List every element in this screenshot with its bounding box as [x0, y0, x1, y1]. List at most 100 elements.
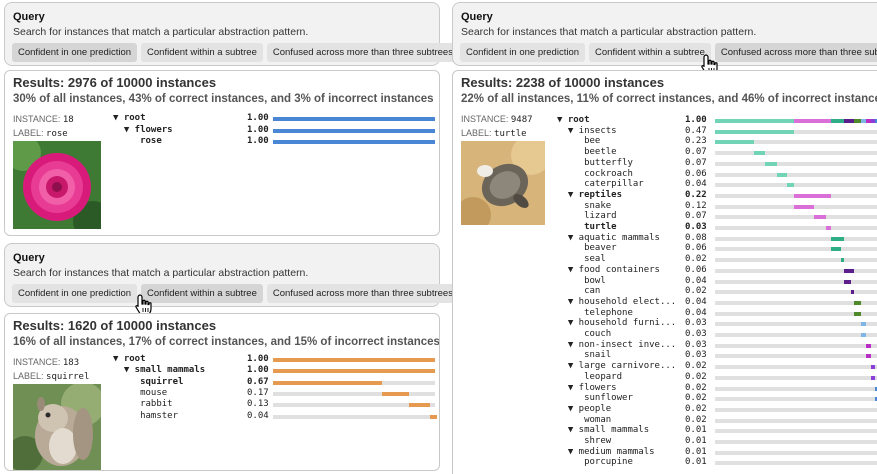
- tree-value: 0.01: [685, 425, 707, 436]
- probability-bar: [273, 403, 435, 408]
- confident-within-subtree-button[interactable]: Confident within a subtree: [141, 284, 263, 303]
- tree-row[interactable]: ▼ small mammals 0.01: [557, 425, 877, 436]
- tree-label: ▼ aquatic mammals: [557, 232, 660, 243]
- bar-fill: [841, 258, 845, 263]
- tree-value: 0.02: [685, 393, 707, 404]
- tree-label: couch: [557, 329, 612, 339]
- probability-bar: [715, 322, 877, 327]
- probability-bar: [715, 226, 877, 230]
- results-title: Results: 1620 of 10000 instances: [13, 318, 217, 333]
- probability-bar: [273, 140, 435, 144]
- tree-row[interactable]: ▼ household elect... 0.04: [557, 297, 877, 308]
- tree-row[interactable]: ▼ root 1.00: [113, 113, 439, 124]
- tree-row[interactable]: shrew 0.01: [557, 436, 877, 447]
- confident-within-subtree-button[interactable]: Confident within a subtree: [589, 43, 711, 62]
- probability-bar: [715, 300, 877, 305]
- tree-row[interactable]: squirrel 0.67: [113, 377, 439, 388]
- tree-label: turtle: [557, 222, 617, 232]
- bar-fill: [409, 403, 431, 408]
- probability-bar: [715, 247, 877, 252]
- tree-label: ▼ small mammals: [557, 425, 650, 436]
- tree-row[interactable]: telephone 0.04: [557, 308, 877, 319]
- query-title: Query: [13, 11, 45, 23]
- tree-row[interactable]: can 0.02: [557, 286, 877, 297]
- confident-within-subtree-button[interactable]: Confident within a subtree: [141, 43, 263, 62]
- tree-row[interactable]: ▼ food containers 0.06: [557, 265, 877, 276]
- label-info: LABEL: squirrel: [13, 371, 90, 382]
- tree-row[interactable]: snake 0.12: [557, 201, 877, 212]
- tree-row[interactable]: ▼ large carnivore... 0.02: [557, 361, 877, 372]
- tree-row[interactable]: ▼ medium mammals 0.01: [557, 447, 877, 458]
- tree-row[interactable]: ▼ people 0.02: [557, 404, 877, 415]
- tree-row[interactable]: ▼ root 1.00: [113, 354, 439, 365]
- tree-row[interactable]: ▼ insects 0.47: [557, 126, 877, 137]
- tree-label: bowl: [557, 275, 606, 286]
- label-info: LABEL: turtle: [461, 128, 527, 139]
- confident-one-prediction-button[interactable]: Confident in one prediction: [12, 43, 138, 62]
- tree-label: rabbit: [113, 399, 173, 410]
- tree-label: ▼ household furni...: [557, 318, 677, 329]
- tree-row[interactable]: mouse 0.17: [113, 388, 439, 399]
- bar-fill: [854, 300, 862, 305]
- tree-row[interactable]: ▼ household furni... 0.03: [557, 318, 877, 329]
- tree-value: 0.02: [685, 403, 707, 414]
- tree-row[interactable]: snail 0.03: [557, 350, 877, 361]
- confused-across-subtrees-button[interactable]: Confused across more than three subtrees: [714, 43, 877, 62]
- tree-row[interactable]: woman 0.02: [557, 415, 877, 426]
- tree-row[interactable]: bee 0.23: [557, 136, 877, 147]
- tree-row[interactable]: beaver 0.06: [557, 243, 877, 254]
- tree-row[interactable]: leopard 0.02: [557, 372, 877, 383]
- confused-across-subtrees-button[interactable]: Confused across more than three subtrees: [266, 284, 459, 303]
- tree-row[interactable]: ▼ flowers 1.00: [113, 125, 439, 136]
- tree-value: 0.07: [685, 211, 707, 222]
- tree-row[interactable]: couch 0.03: [557, 329, 877, 340]
- tree-value: 0.01: [685, 436, 707, 446]
- tree-row[interactable]: bowl 0.04: [557, 276, 877, 287]
- tree-row[interactable]: rose 1.00: [113, 136, 439, 147]
- tree-value: 0.17: [247, 387, 269, 398]
- tree-label: rose: [113, 136, 162, 146]
- tree-row[interactable]: ▼ reptiles 0.22: [557, 190, 877, 201]
- probability-bar: [715, 129, 877, 134]
- bar-segment: [854, 119, 862, 123]
- probability-bar: [273, 117, 435, 121]
- bar-fill: [273, 380, 382, 385]
- tree-row[interactable]: ▼ small mammals 1.00: [113, 365, 439, 376]
- tree-label: squirrel: [113, 376, 184, 387]
- bar-fill: [866, 343, 872, 348]
- tree-row[interactable]: ▼ root 1.00: [557, 115, 877, 126]
- tree-value: 0.47: [685, 125, 707, 136]
- bar-fill: [844, 268, 855, 273]
- confident-one-prediction-button[interactable]: Confident in one prediction: [12, 284, 138, 303]
- tree-row[interactable]: turtle 0.03: [557, 222, 877, 233]
- tree-row[interactable]: cockroach 0.06: [557, 169, 877, 180]
- tree-value: 0.01: [685, 457, 707, 468]
- tree-label: ▼ medium mammals: [557, 446, 655, 457]
- tree-label: can: [557, 286, 601, 297]
- tree-value: 0.67: [247, 376, 269, 387]
- tree-value: 0.08: [685, 232, 707, 243]
- tree-row[interactable]: rabbit 0.13: [113, 399, 439, 410]
- confused-across-subtrees-button[interactable]: Confused across more than three subtrees: [266, 43, 459, 62]
- bar-fill: [793, 193, 831, 198]
- tree-row[interactable]: porcupine 0.01: [557, 457, 877, 468]
- tree-row[interactable]: ▼ flowers 0.02: [557, 383, 877, 394]
- tree-row[interactable]: hamster 0.04: [113, 411, 439, 422]
- probability-bar: [273, 391, 435, 396]
- tree-row[interactable]: ▼ non-insect inve... 0.03: [557, 340, 877, 351]
- tree-row[interactable]: ▼ aquatic mammals 0.08: [557, 233, 877, 244]
- tree-row[interactable]: butterfly 0.07: [557, 158, 877, 169]
- turtle-image: [461, 141, 545, 225]
- tree-label: snake: [557, 200, 612, 211]
- tree-value: 0.02: [685, 286, 707, 297]
- bar-fill: [861, 322, 867, 327]
- tree-row[interactable]: caterpillar 0.04: [557, 179, 877, 190]
- tree-row[interactable]: lizard 0.07: [557, 211, 877, 222]
- confident-one-prediction-button[interactable]: Confident in one prediction: [460, 43, 586, 62]
- probability-bar: [715, 461, 877, 466]
- tree-row[interactable]: sunflower 0.02: [557, 393, 877, 404]
- tree-label: cockroach: [557, 168, 633, 179]
- tree-row[interactable]: beetle 0.07: [557, 147, 877, 158]
- tree-row[interactable]: seal 0.02: [557, 254, 877, 265]
- tree-value: 1.00: [247, 113, 269, 123]
